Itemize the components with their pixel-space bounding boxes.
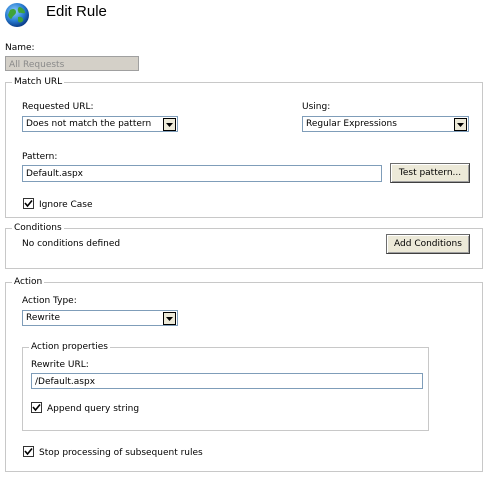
action-type-label: Action Type: bbox=[22, 296, 77, 306]
chevron-down-icon[interactable] bbox=[163, 118, 176, 131]
rewrite-url-label: Rewrite URL: bbox=[31, 360, 89, 370]
rewrite-url-input[interactable]: /Default.aspx bbox=[31, 373, 423, 389]
page-title: Edit Rule bbox=[46, 3, 107, 20]
conditions-group-label: Conditions bbox=[12, 223, 64, 233]
append-query-checkbox[interactable] bbox=[31, 402, 42, 413]
match-url-group-label: Match URL bbox=[12, 77, 65, 87]
action-properties-group-label: Action properties bbox=[29, 342, 110, 352]
chevron-down-icon[interactable] bbox=[454, 118, 467, 131]
using-dropdown[interactable]: Regular Expressions bbox=[302, 116, 469, 132]
ignore-case-label: Ignore Case bbox=[39, 200, 93, 210]
requested-url-dropdown[interactable]: Does not match the pattern bbox=[22, 116, 178, 132]
append-query-label: Append query string bbox=[47, 404, 140, 414]
chevron-down-icon[interactable] bbox=[163, 312, 176, 325]
globe-icon bbox=[4, 2, 30, 28]
stop-processing-label: Stop processing of subsequent rules bbox=[39, 448, 203, 458]
stop-processing-checkbox[interactable] bbox=[23, 446, 34, 457]
action-group-label: Action bbox=[12, 277, 45, 287]
pattern-input[interactable]: Default.aspx bbox=[22, 165, 382, 182]
requested-url-value: Does not match the pattern bbox=[26, 119, 152, 129]
conditions-status-text: No conditions defined bbox=[22, 239, 121, 249]
add-conditions-button[interactable]: Add Conditions bbox=[386, 234, 470, 254]
requested-url-label: Requested URL: bbox=[22, 102, 94, 112]
using-value: Regular Expressions bbox=[306, 119, 397, 129]
name-field[interactable]: All Requests bbox=[5, 56, 139, 71]
action-type-dropdown[interactable]: Rewrite bbox=[22, 310, 178, 326]
pattern-label: Pattern: bbox=[22, 152, 58, 162]
name-label: Name: bbox=[5, 43, 35, 53]
using-label: Using: bbox=[302, 102, 331, 112]
action-type-value: Rewrite bbox=[26, 313, 61, 323]
test-pattern-button[interactable]: Test pattern... bbox=[390, 163, 470, 183]
ignore-case-checkbox[interactable] bbox=[23, 198, 34, 209]
